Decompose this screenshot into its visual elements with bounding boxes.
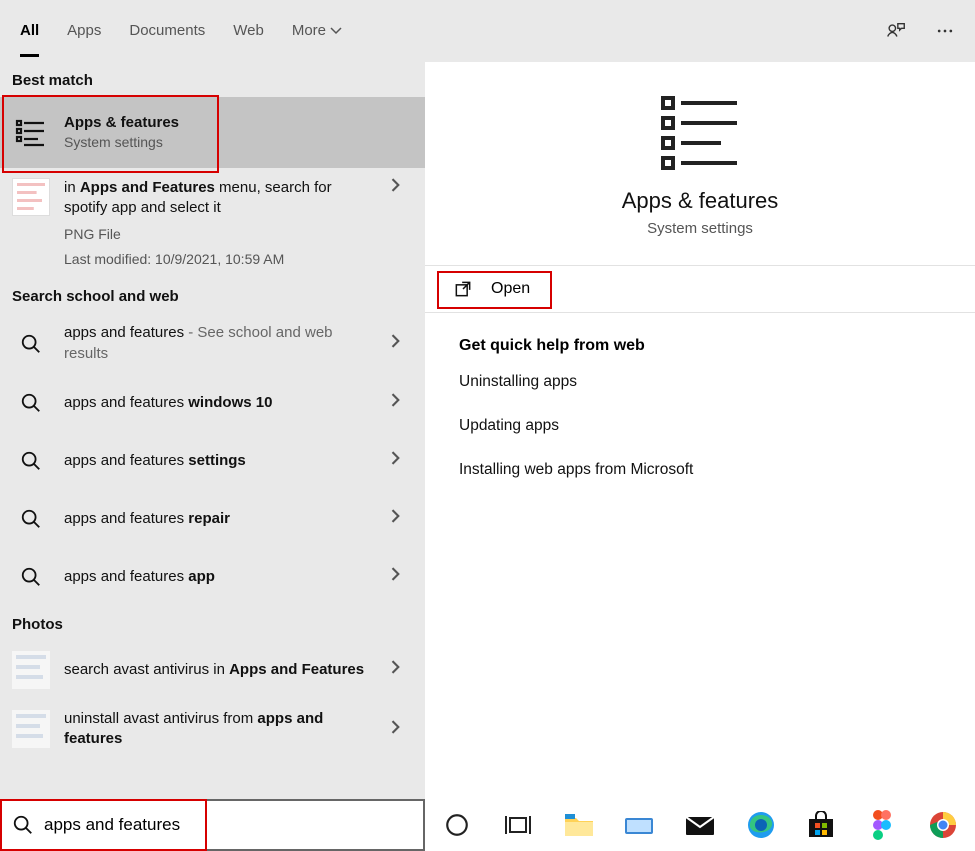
taskbar-chrome-icon[interactable] — [926, 807, 959, 843]
preview-title: Apps & features — [425, 188, 975, 214]
list-settings-icon — [12, 114, 50, 152]
chevron-right-icon — [389, 334, 413, 353]
web-result-4[interactable]: apps and features repair — [0, 490, 425, 548]
taskbar-cortana-icon[interactable] — [441, 807, 474, 843]
result-title: apps and features repair — [64, 509, 375, 529]
taskbar-taskview-icon[interactable] — [502, 807, 535, 843]
taskbar-keyboard-icon[interactable] — [623, 807, 656, 843]
group-header-best-match: Best match — [0, 62, 425, 97]
filter-web[interactable]: Web — [233, 0, 264, 61]
taskbar — [425, 799, 975, 851]
group-header-photos: Photos — [0, 606, 425, 641]
results-panel: Best match Apps & features System settin… — [0, 62, 425, 851]
search-filters-bar: All Apps Documents Web More — [0, 0, 975, 62]
search-icon — [12, 325, 50, 363]
chevron-right-icon — [389, 178, 413, 197]
result-modified: Last modified: 10/9/2021, 10:59 AM — [64, 250, 375, 269]
result-subtitle: System settings — [64, 133, 413, 152]
chevron-right-icon — [389, 720, 413, 739]
result-title: in Apps and Features menu, search for sp… — [64, 178, 375, 219]
result-title: apps and features settings — [64, 451, 375, 471]
help-header: Get quick help from web — [459, 337, 941, 355]
taskbar-file-explorer-icon[interactable] — [562, 807, 595, 843]
group-header-school-web: Search school and web — [0, 278, 425, 313]
filter-more[interactable]: More — [292, 0, 342, 61]
search-icon — [12, 500, 50, 538]
web-result-5[interactable]: apps and features app — [0, 548, 425, 606]
result-title: apps and features - See school and web r… — [64, 323, 375, 364]
result-filetype: PNG File — [64, 225, 375, 244]
taskbar-edge-icon[interactable] — [744, 807, 777, 843]
chevron-right-icon — [389, 393, 413, 412]
web-result-3[interactable]: apps and features settings — [0, 432, 425, 490]
filter-documents[interactable]: Documents — [129, 0, 205, 61]
help-link-install-web[interactable]: Installing web apps from Microsoft — [459, 461, 941, 479]
help-link-update[interactable]: Updating apps — [459, 417, 941, 435]
image-thumbnail-icon — [12, 710, 50, 748]
search-icon — [12, 814, 34, 836]
photo-result-1[interactable]: search avast antivirus in Apps and Featu… — [0, 641, 425, 699]
more-options-icon[interactable] — [935, 21, 955, 41]
search-icon — [12, 384, 50, 422]
web-result-1[interactable]: apps and features - See school and web r… — [0, 313, 425, 374]
search-icon — [12, 558, 50, 596]
chevron-right-icon — [389, 509, 413, 528]
chevron-right-icon — [389, 451, 413, 470]
filter-apps[interactable]: Apps — [67, 0, 101, 61]
search-box[interactable] — [0, 799, 425, 851]
filter-more-label: More — [292, 22, 326, 39]
preview-panel: Apps & features System settings Open Get… — [425, 62, 975, 851]
search-input[interactable] — [44, 815, 413, 835]
result-title: uninstall avast antivirus from apps and … — [64, 709, 375, 750]
chevron-right-icon — [389, 660, 413, 679]
result-title: apps and features app — [64, 567, 375, 587]
chevron-right-icon — [389, 567, 413, 586]
taskbar-mail-icon[interactable] — [684, 807, 717, 843]
search-icon — [12, 442, 50, 480]
taskbar-store-icon[interactable] — [805, 807, 838, 843]
image-thumbnail-icon — [12, 178, 50, 216]
preview-app-icon — [655, 92, 745, 172]
result-png-file[interactable]: in Apps and Features menu, search for sp… — [0, 168, 425, 278]
result-title: search avast antivirus in Apps and Featu… — [64, 660, 375, 680]
result-title: Apps & features — [64, 113, 413, 133]
photo-result-2[interactable]: uninstall avast antivirus from apps and … — [0, 699, 425, 760]
help-link-uninstall[interactable]: Uninstalling apps — [459, 373, 941, 391]
open-label: Open — [491, 280, 530, 298]
open-action[interactable]: Open — [425, 265, 975, 313]
filter-all[interactable]: All — [20, 0, 39, 61]
taskbar-figma-icon[interactable] — [866, 807, 899, 843]
result-title: apps and features windows 10 — [64, 393, 375, 413]
web-result-2[interactable]: apps and features windows 10 — [0, 374, 425, 432]
image-thumbnail-icon — [12, 651, 50, 689]
feedback-icon[interactable] — [885, 20, 907, 42]
result-apps-and-features[interactable]: Apps & features System settings — [0, 97, 425, 168]
open-external-icon — [453, 279, 473, 299]
preview-subtitle: System settings — [425, 220, 975, 237]
chevron-down-icon — [330, 25, 342, 37]
